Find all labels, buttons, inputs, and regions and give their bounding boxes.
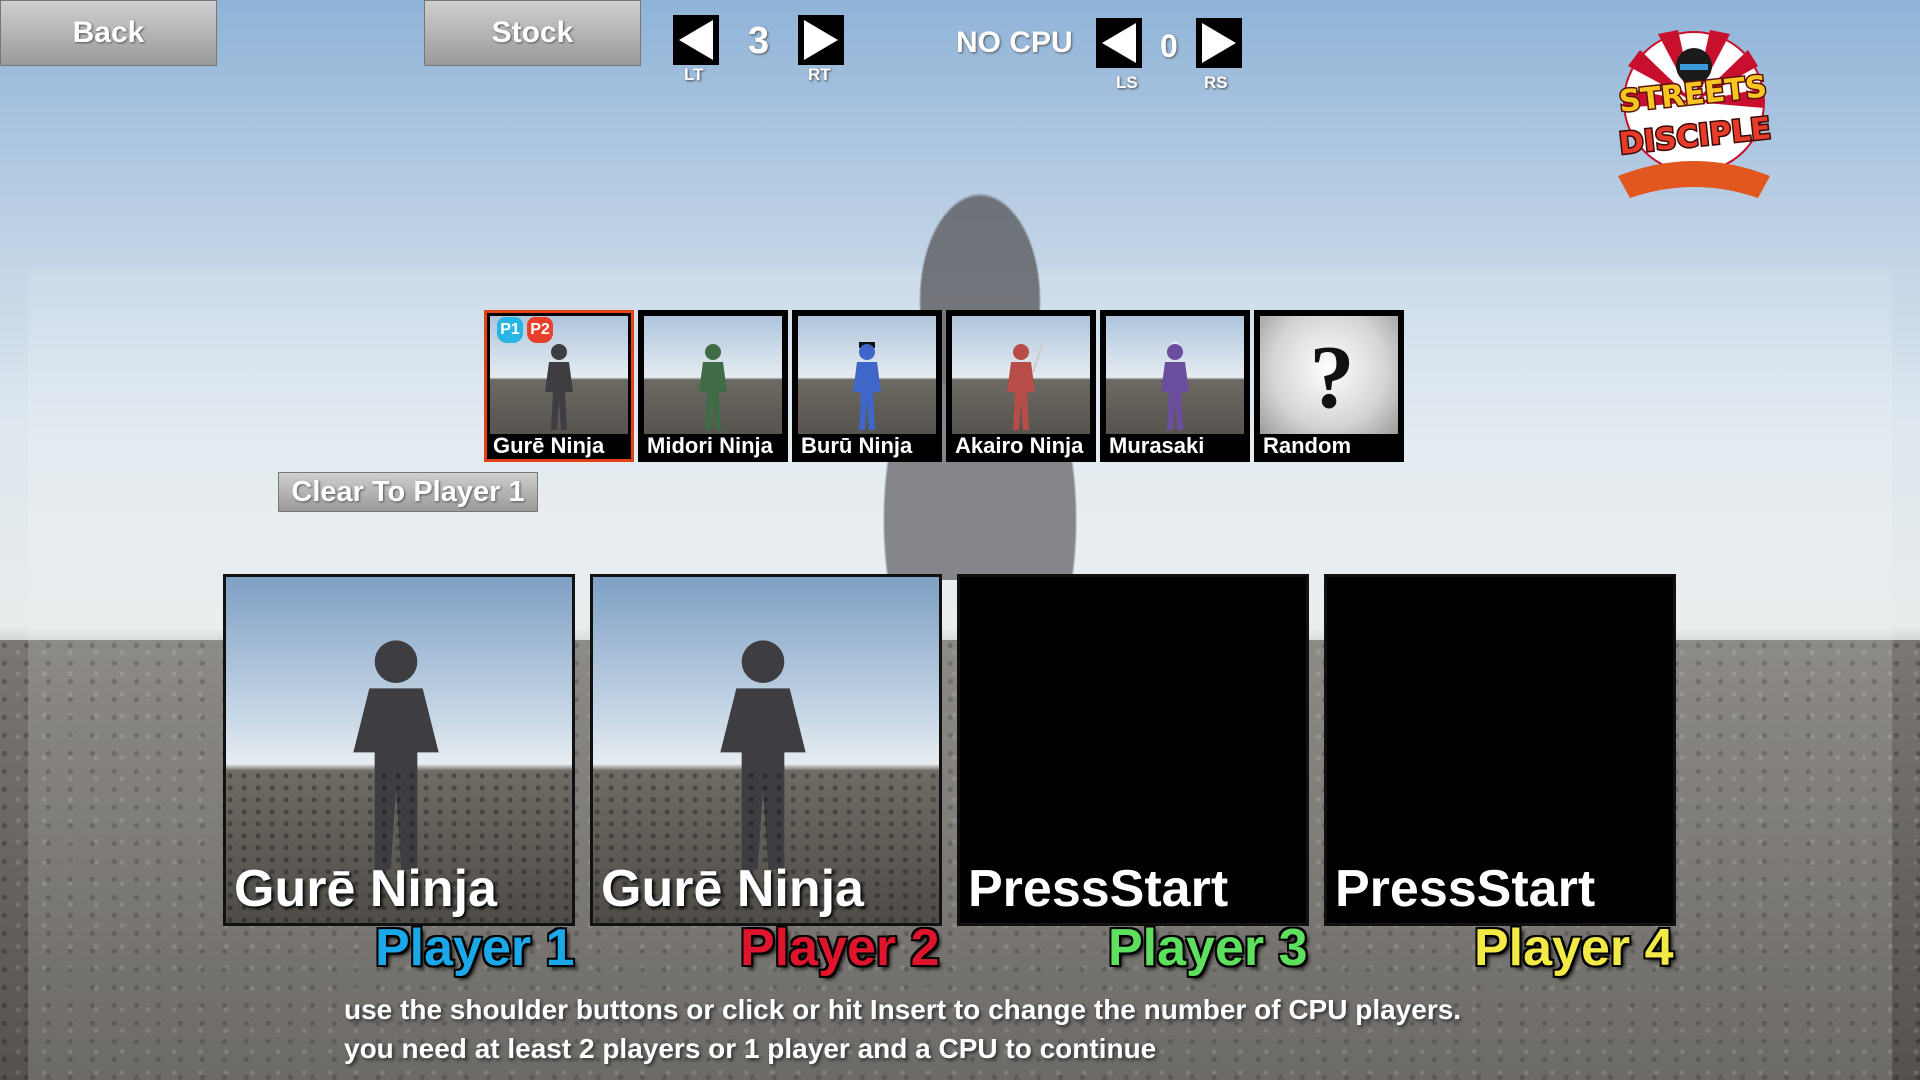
streets-disciple-logo: STREETS DISCIPLE [1598,26,1790,204]
stock-button[interactable]: Stock [424,0,641,66]
cpu-left-hint: LS [1116,73,1138,92]
character-name: Random [1263,433,1351,458]
question-mark-icon: ? [1309,328,1355,427]
slot-character-name: Gurē Ninja [601,860,864,918]
ninja-figure-icon [720,640,806,870]
player-4-label: Player 4 [1474,919,1674,977]
ninja-figure-icon [353,640,439,870]
stock-right-hint: RT [808,65,831,84]
character-portrait-random[interactable]: ? Random [1254,310,1404,462]
stock-left-hint: LT [684,65,704,84]
player-2-label: Player 2 [740,919,940,977]
character-name: Akairo Ninja [955,433,1084,458]
slot-press-start-text: PressStart [968,860,1229,918]
player-3-label: Player 3 [1108,919,1308,977]
player-1-label: Player 1 [375,919,575,977]
help-text-line-1: use the shoulder buttons or click or hit… [344,994,1462,1025]
stock-value: 3 [748,20,770,62]
cpu-increase-arrow-icon[interactable] [1196,18,1242,68]
stock-increase-arrow-icon[interactable] [798,15,844,65]
back-button[interactable]: Back [0,0,217,66]
character-portrait-murasaki[interactable]: Murasaki [1100,310,1250,462]
player-4-slot[interactable]: PressStart [1324,574,1676,926]
p1-cursor-badge: P1 [497,317,523,343]
player-2-slot[interactable]: Gurē Ninja [590,574,942,926]
character-name: Murasaki [1109,433,1205,458]
cpu-right-hint: RS [1204,73,1228,92]
character-name: Gurē Ninja [493,433,605,458]
cpu-value: 0 [1160,28,1178,64]
character-portrait-midori-ninja[interactable]: Midori Ninja [638,310,788,462]
p2-cursor-badge: P2 [527,317,553,343]
help-text-line-2: you need at least 2 players or 1 player … [344,1033,1157,1064]
ninja-figure-icon [545,344,573,430]
character-name: Midori Ninja [647,433,773,458]
ninja-figure-icon [1161,342,1189,430]
player-1-slot[interactable]: Gurē Ninja [223,574,575,926]
character-portrait-gure-ninja[interactable]: P1 P2 Gurē Ninja [484,310,634,462]
cpu-decrease-arrow-icon[interactable] [1096,18,1142,68]
character-name: Burū Ninja [801,433,913,458]
ninja-figure-icon [853,342,881,430]
player-3-slot[interactable]: PressStart [957,574,1309,926]
clear-to-player-1-button[interactable]: Clear To Player 1 [278,472,538,512]
ninja-figure-icon [1007,342,1043,430]
slot-press-start-text: PressStart [1335,860,1596,918]
ninja-figure-icon [699,344,727,430]
character-portrait-akairo-ninja[interactable]: Akairo Ninja [946,310,1096,462]
slot-character-name: Gurē Ninja [234,860,497,918]
cpu-label: NO CPU [956,26,1073,59]
character-portrait-buru-ninja[interactable]: Burū Ninja [792,310,942,462]
stock-decrease-arrow-icon[interactable] [673,15,719,65]
